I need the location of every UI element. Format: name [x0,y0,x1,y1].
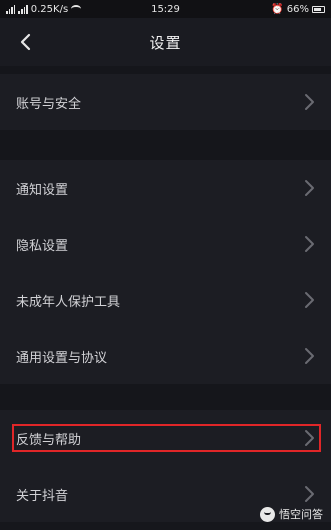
wukong-logo-icon [260,506,275,522]
divider [0,130,331,160]
settings-item-label: 通用设置与协议 [16,350,108,366]
settings-item-feedback-help[interactable]: 反馈与帮助 [0,410,331,466]
settings-item-label: 关于抖音 [16,488,69,504]
battery-icon [312,5,325,13]
back-arrow-icon[interactable] [16,32,36,52]
settings-group-general: 通知设置 隐私设置 未成年人保护工具 通用设置与协议 [0,160,331,384]
watermark-text: 悟空问答 [279,508,323,521]
chevron-right-icon [305,430,314,446]
chevron-right-icon [305,486,314,502]
chevron-right-icon [305,348,314,364]
divider [0,66,331,74]
settings-item-label: 反馈与帮助 [16,432,82,448]
watermark: 悟空问答 [260,506,323,522]
settings-item-label: 隐私设置 [16,238,69,254]
status-time: 15:29 [151,3,180,15]
status-bar: 0.25K/s 15:29 ⏰ 66% [0,0,331,18]
chevron-right-icon [305,292,314,308]
settings-item-notifications[interactable]: 通知设置 [0,160,331,216]
settings-item-account-security[interactable]: 账号与安全 [0,74,331,130]
chevron-right-icon [305,180,314,196]
settings-item-minor-protection[interactable]: 未成年人保护工具 [0,272,331,328]
page-title: 设置 [149,33,182,52]
settings-item-label: 未成年人保护工具 [16,294,121,310]
chevron-right-icon [305,94,314,110]
divider [0,384,331,410]
chevron-right-icon [305,236,314,252]
settings-item-privacy[interactable]: 隐私设置 [0,216,331,272]
nav-header: 设置 [0,18,331,66]
settings-item-label: 通知设置 [16,182,69,198]
settings-group-account: 账号与安全 [0,74,331,130]
settings-item-label: 账号与安全 [16,96,82,112]
settings-item-general-agreements[interactable]: 通用设置与协议 [0,328,331,384]
